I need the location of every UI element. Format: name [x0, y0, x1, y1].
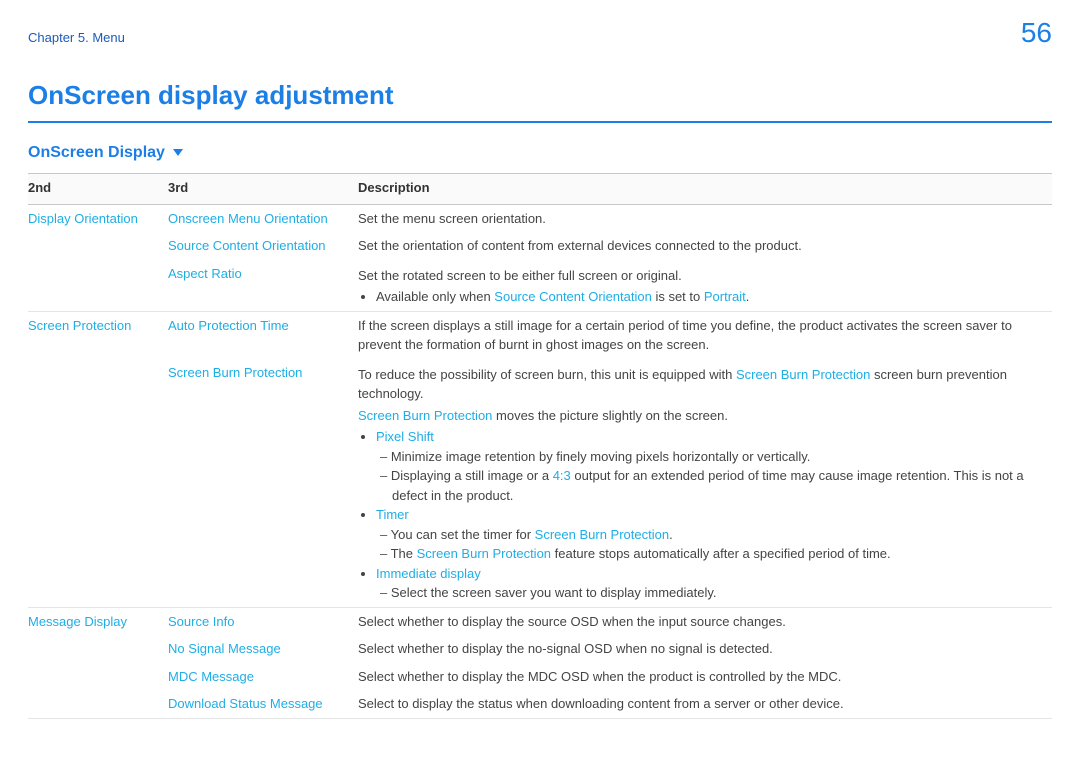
note-item: Available only when Source Content Orien… [376, 287, 1046, 307]
note-list: Available only when Source Content Orien… [358, 287, 1046, 307]
description-cell: Select whether to display the source OSD… [358, 607, 1052, 635]
section-heading-text: OnScreen Display [28, 144, 165, 161]
table-row: Source Content Orientation Set the orien… [28, 232, 1052, 260]
level3-label: Aspect Ratio [168, 260, 358, 312]
text: feature stops automatically after a spec… [551, 546, 891, 561]
inline-link: Portrait [704, 289, 746, 304]
table-row: Message Display Source Info Select wheth… [28, 607, 1052, 635]
level3-label: No Signal Message [168, 635, 358, 663]
inline-link: Screen Burn Protection [417, 546, 551, 561]
description-cell: Set the rotated screen to be either full… [358, 260, 1052, 312]
level3-label: Onscreen Menu Orientation [168, 204, 358, 232]
description-cell: Set the orientation of content from exte… [358, 232, 1052, 260]
list-item: Displaying a still image or a 4:3 output… [376, 466, 1046, 505]
table-row: No Signal Message Select whether to disp… [28, 635, 1052, 663]
text: Displaying a still image or a [391, 468, 553, 483]
page-title: OnScreen display adjustment [28, 76, 1052, 123]
description-cell: Select whether to display the MDC OSD wh… [358, 663, 1052, 691]
level3-label: Source Content Orientation [168, 232, 358, 260]
level3-label: Download Status Message [168, 690, 358, 718]
list-item: Minimize image retention by finely movin… [376, 447, 1046, 467]
inline-link: 4:3 [553, 468, 571, 483]
sub-list: You can set the timer for Screen Burn Pr… [376, 525, 1046, 564]
list-item: The Screen Burn Protection feature stops… [376, 544, 1046, 564]
list-item: You can set the timer for Screen Burn Pr… [376, 525, 1046, 545]
page-header: Chapter 5. Menu 56 [28, 12, 1052, 54]
level3-label: MDC Message [168, 663, 358, 691]
description-text: To reduce the possibility of screen burn… [358, 365, 1046, 404]
level2-label: Screen Protection [28, 311, 168, 359]
inline-link: Immediate display [376, 566, 481, 581]
table-row: Screen Burn Protection To reduce the pos… [28, 359, 1052, 608]
description-cell: Set the menu screen orientation. [358, 204, 1052, 232]
description-cell: Select whether to display the no-signal … [358, 635, 1052, 663]
level3-label: Source Info [168, 607, 358, 635]
description-cell: If the screen displays a still image for… [358, 311, 1052, 359]
description-text: Set the rotated screen to be either full… [358, 266, 1046, 286]
text: To reduce the possibility of screen burn… [358, 367, 736, 382]
menu-table: 2nd 3rd Description Display Orientation … [28, 173, 1052, 727]
table-row: Aspect Ratio Set the rotated screen to b… [28, 260, 1052, 312]
inline-link: Pixel Shift [376, 429, 434, 444]
level3-label: Screen Burn Protection [168, 359, 358, 608]
level3-label: Auto Protection Time [168, 311, 358, 359]
table-header-row: 2nd 3rd Description [28, 174, 1052, 205]
inline-link: Source Content Orientation [494, 289, 652, 304]
inline-link: Timer [376, 507, 409, 522]
inline-link: Screen Burn Protection [535, 527, 669, 542]
table-row: Download Status Message Select to displa… [28, 690, 1052, 718]
section-heading: OnScreen Display [28, 141, 1052, 165]
list-item: Pixel Shift Minimize image retention by … [376, 427, 1046, 505]
caret-down-icon [173, 149, 183, 156]
list-item: Timer You can set the timer for Screen B… [376, 505, 1046, 564]
table-row: Screen Protection Auto Protection Time I… [28, 311, 1052, 359]
col-description: Description [358, 174, 1052, 205]
text: is set to [652, 289, 704, 304]
inline-link: Screen Burn Protection [736, 367, 870, 382]
description-cell: Select to display the status when downlo… [358, 690, 1052, 718]
sub-list: Select the screen saver you want to disp… [376, 583, 1046, 603]
col-2nd: 2nd [28, 174, 168, 205]
text: . [746, 289, 750, 304]
level2-label: Message Display [28, 607, 168, 635]
list-item: Immediate display Select the screen save… [376, 564, 1046, 603]
col-3rd: 3rd [168, 174, 358, 205]
bullet-list: Pixel Shift Minimize image retention by … [358, 427, 1046, 603]
text: You can set the timer for [391, 527, 535, 542]
table-row: Display Orientation Onscreen Menu Orient… [28, 204, 1052, 232]
inline-link: Screen Burn Protection [358, 408, 492, 423]
table-row: MDC Message Select whether to display th… [28, 663, 1052, 691]
text: Available only when [376, 289, 494, 304]
description-cell: To reduce the possibility of screen burn… [358, 359, 1052, 608]
level2-label: Display Orientation [28, 204, 168, 232]
description-text: Screen Burn Protection moves the picture… [358, 406, 1046, 426]
text: The [391, 546, 417, 561]
text: moves the picture slightly on the screen… [492, 408, 728, 423]
sub-list: Minimize image retention by finely movin… [376, 447, 1046, 506]
chapter-label: Chapter 5. Menu [28, 28, 125, 48]
text: . [669, 527, 673, 542]
page-number: 56 [1021, 12, 1052, 54]
list-item: Select the screen saver you want to disp… [376, 583, 1046, 603]
